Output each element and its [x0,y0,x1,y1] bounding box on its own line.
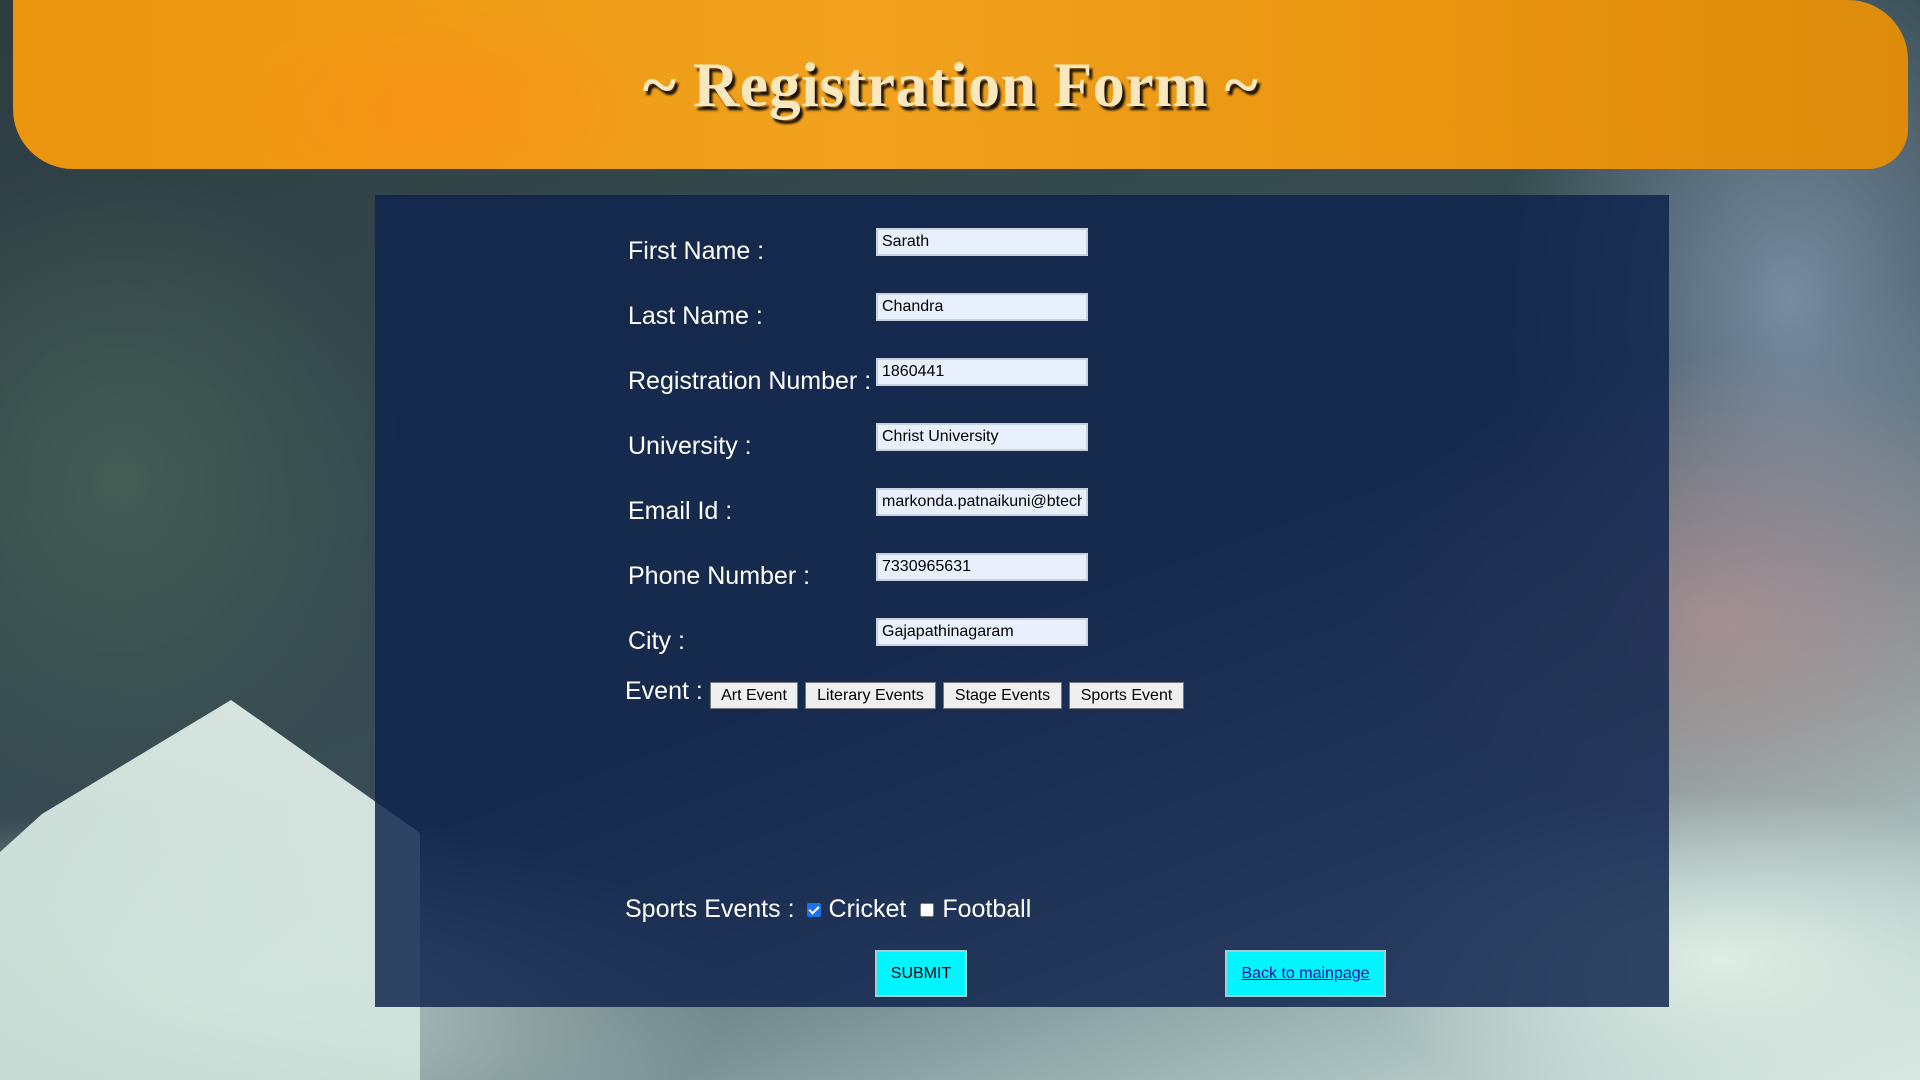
phone-number-input[interactable] [876,553,1088,581]
event-label: Event : [625,677,703,705]
city-input[interactable] [876,618,1088,646]
football-label: Football [942,895,1032,923]
football-checkbox[interactable] [920,902,935,917]
back-to-mainpage-link[interactable]: Back to mainpage [1225,950,1386,997]
page-header: ~ Registration Form ~ [13,0,1908,169]
page-title: ~ Registration Form ~ [642,48,1259,120]
university-label: University : [628,432,752,460]
last-name-input[interactable] [876,293,1088,321]
last-name-label: Last Name : [628,302,763,330]
registration-number-label: Registration Number : [628,367,872,395]
background-paper [0,700,420,1080]
email-label: Email Id : [628,497,733,525]
art-event-button[interactable]: Art Event [710,682,798,709]
first-name-label: First Name : [628,237,765,265]
university-input[interactable] [876,423,1088,451]
cricket-label: Cricket [828,895,907,923]
registration-form-panel: First Name : Last Name : Registration Nu… [375,195,1669,1007]
sports-events-label: Sports Events : [625,895,795,923]
city-label: City : [628,627,685,655]
literary-events-button[interactable]: Literary Events [805,682,936,709]
phone-number-label: Phone Number : [628,562,811,590]
first-name-input[interactable] [876,228,1088,256]
cricket-checkbox[interactable] [806,902,821,917]
submit-button[interactable]: SUBMIT [875,950,967,997]
stage-events-button[interactable]: Stage Events [943,682,1062,709]
email-input[interactable] [876,488,1088,516]
registration-number-input[interactable] [876,358,1088,386]
sports-events-row: Sports Events : Cricket Football [625,895,1031,924]
sports-event-button[interactable]: Sports Event [1069,682,1184,709]
